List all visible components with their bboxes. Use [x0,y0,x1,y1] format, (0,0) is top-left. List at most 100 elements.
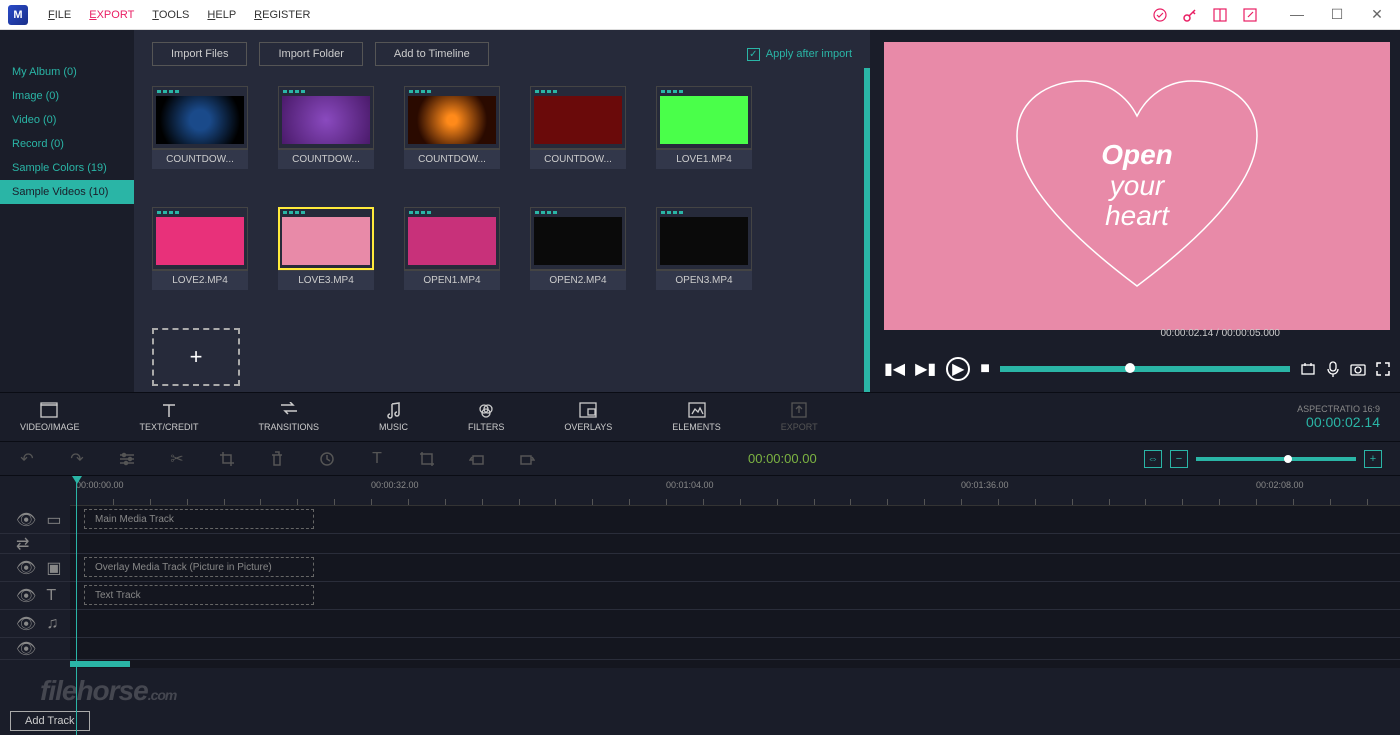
fullscreen-icon[interactable] [1376,362,1390,376]
seek-bar[interactable] [1000,366,1290,372]
transition-track-icon[interactable]: ⇄ [16,534,29,554]
tab-filters[interactable]: FILTERS [468,402,504,432]
preview-screen: Open your heart [884,42,1390,330]
play-button[interactable]: ▶ [946,357,970,381]
menu-file[interactable]: FILE [48,9,71,21]
add-media-button[interactable]: + [152,328,240,386]
microphone-icon[interactable] [1326,361,1340,377]
next-frame-button[interactable]: ▶▮ [915,359,936,379]
duration-icon[interactable] [318,450,336,468]
track-transition-content[interactable] [70,534,1400,553]
menu-register[interactable]: REGISTER [254,9,310,21]
tab-elements[interactable]: ELEMENTS [672,402,721,432]
rotate-right-icon[interactable] [518,450,536,468]
minimize-button[interactable]: — [1282,6,1312,23]
eye-icon[interactable]: 👁 [16,614,36,634]
crop-icon[interactable] [218,450,236,468]
sidebar-item-sample-videos[interactable]: Sample Videos (10) [0,180,134,204]
tab-overlays[interactable]: OVERLAYS [564,402,612,432]
redo-icon[interactable]: ↷ [68,450,86,468]
tab-video-image[interactable]: VIDEO/IMAGE [20,402,80,432]
media-item[interactable]: COUNTDOW... [404,86,500,169]
library-sidebar: My Album (0) Image (0) Video (0) Record … [0,30,134,392]
stop-button[interactable]: ■ [980,360,990,378]
menu-export[interactable]: EXPORT [89,9,134,21]
text-track-placeholder[interactable]: Text Track [84,585,314,605]
timeline-ruler[interactable]: 00:00:00.0000:00:32.0000:01:04.0000:01:3… [70,476,1400,506]
seek-knob[interactable] [1125,363,1135,373]
import-folder-button[interactable]: Import Folder [259,42,362,66]
delete-icon[interactable] [268,450,286,468]
import-files-button[interactable]: Import Files [152,42,247,66]
media-item[interactable]: COUNTDOW... [530,86,626,169]
eye-icon[interactable]: 👁 [16,558,36,578]
timeline-scrollbar-thumb[interactable] [70,661,130,667]
ruler-timestamp: 00:00:00.00 [76,480,124,490]
cut-icon[interactable]: ✂ [168,450,186,468]
media-item[interactable]: LOVE1.MP4 [656,86,752,169]
undo-icon[interactable]: ↶ [18,450,36,468]
fit-zoom-button[interactable]: ⇔ [1144,450,1162,468]
media-item[interactable]: OPEN2.MP4 [530,207,626,290]
layout-icon[interactable] [1212,7,1228,23]
media-item[interactable]: COUNTDOW... [278,86,374,169]
track-text-content[interactable]: Text Track [70,582,1400,609]
add-to-timeline-button[interactable]: Add to Timeline [375,42,489,66]
prev-frame-button[interactable]: ▮◀ [884,359,905,379]
track-overlay-content[interactable]: Overlay Media Track (Picture in Picture) [70,554,1400,581]
track-extra-content[interactable] [70,638,1400,659]
main-track-placeholder[interactable]: Main Media Track [84,509,314,529]
text-tool-icon[interactable]: T [368,450,386,468]
playhead[interactable] [76,476,77,735]
eye-icon[interactable]: 👁 [16,586,36,606]
sidebar-item-record[interactable]: Record (0) [0,132,134,156]
settings-sliders-icon[interactable] [118,450,136,468]
tab-export[interactable]: EXPORT [781,402,818,432]
zoom-knob[interactable] [1284,455,1292,463]
tab-transitions[interactable]: TRANSITIONS [259,402,320,432]
sidebar-item-image[interactable]: Image (0) [0,84,134,108]
close-button[interactable]: ✕ [1362,6,1392,23]
sidebar-item-my-album[interactable]: My Album (0) [0,60,134,84]
add-track-button[interactable]: Add Track [10,711,90,731]
media-item[interactable]: OPEN1.MP4 [404,207,500,290]
overlay-track-placeholder[interactable]: Overlay Media Track (Picture in Picture) [84,557,314,577]
maximize-button[interactable]: ☐ [1322,6,1352,23]
media-item-label: OPEN3.MP4 [656,270,752,290]
track-extra: 👁 [0,638,1400,660]
cart-icon[interactable] [1152,7,1168,23]
zoom-in-button[interactable]: + [1364,450,1382,468]
timeline-scrollbar[interactable] [70,660,1400,668]
media-item[interactable]: LOVE3.MP4 [278,207,374,290]
track-audio-content[interactable] [70,610,1400,637]
sidebar-item-video[interactable]: Video (0) [0,108,134,132]
menu-help[interactable]: HELP [207,9,236,21]
overlay-track-icon[interactable]: ▣ [46,558,61,578]
camera-icon[interactable] [1350,362,1366,376]
key-icon[interactable] [1182,7,1198,23]
track-main-content[interactable]: Main Media Track [70,506,1400,533]
video-track-icon[interactable]: ▭ [46,510,61,530]
media-item-label: COUNTDOW... [152,149,248,169]
media-item[interactable]: LOVE2.MP4 [152,207,248,290]
rotate-left-icon[interactable] [468,450,486,468]
sidebar-item-sample-colors[interactable]: Sample Colors (19) [0,156,134,180]
tab-text-credit[interactable]: TEXT/CREDIT [140,402,199,432]
library-scrollbar[interactable] [864,68,870,392]
crop-tool-icon[interactable] [418,450,436,468]
timeline-playhead-timecode: 00:00:00.00 [748,451,817,466]
zoom-slider[interactable] [1196,457,1356,461]
menu-tools[interactable]: TOOLS [152,9,189,21]
zoom-out-button[interactable]: − [1170,450,1188,468]
media-item[interactable]: OPEN3.MP4 [656,207,752,290]
audio-track-icon[interactable]: ♫ [46,615,58,633]
eye-icon[interactable]: 👁 [16,639,36,659]
edit-icon[interactable] [1242,7,1258,23]
media-item[interactable]: COUNTDOW... [152,86,248,169]
tab-music[interactable]: MUSIC [379,402,408,432]
text-track-icon[interactable]: T [46,587,56,605]
media-item-label: COUNTDOW... [278,149,374,169]
apply-after-import-checkbox[interactable]: ✓ Apply after import [747,48,852,61]
eye-icon[interactable]: 👁 [16,510,36,530]
snapshot-crop-icon[interactable] [1300,361,1316,377]
